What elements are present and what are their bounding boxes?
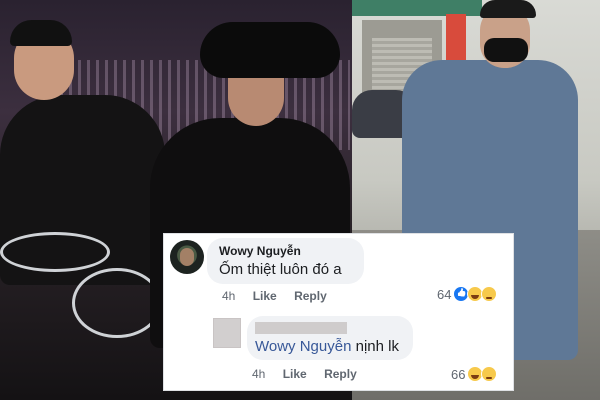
like-button[interactable]: Like bbox=[283, 367, 307, 381]
facebook-comment-card: Wowy Nguyễn Ốm thiệt luôn đó a 4h Like R… bbox=[163, 233, 514, 391]
comment-text-rest: nịnh lk bbox=[351, 338, 399, 355]
comment-bubble: Wowy Nguyễn Ốm thiệt luôn đó a bbox=[207, 238, 364, 284]
avatar-face bbox=[180, 248, 194, 266]
like-button[interactable]: Like bbox=[253, 289, 277, 303]
comment-item: Wowy Nguyễn Ốm thiệt luôn đó a 4h Like R… bbox=[164, 234, 513, 314]
comment-time[interactable]: 4h bbox=[222, 289, 235, 303]
redacted-author-name bbox=[255, 322, 347, 334]
comment-time[interactable]: 4h bbox=[252, 367, 265, 381]
comment-author[interactable]: Wowy Nguyễn bbox=[219, 244, 301, 258]
comment-text: Ốm thiệt luôn đó a bbox=[219, 261, 342, 278]
comment-text: Wowy Nguyễn nịnh lk bbox=[255, 338, 399, 355]
blurred-avatar[interactable] bbox=[213, 318, 241, 348]
reply-button[interactable]: Reply bbox=[294, 289, 327, 303]
sad-icon bbox=[481, 286, 498, 302]
black-cap bbox=[10, 20, 72, 46]
reaction-count: 66 bbox=[451, 366, 466, 382]
mention-link[interactable]: Wowy Nguyễn bbox=[255, 338, 351, 355]
table-light-ring bbox=[72, 268, 162, 338]
wide-brim-hat bbox=[200, 22, 340, 78]
table-light-ring bbox=[0, 232, 110, 272]
reaction-count: 64 bbox=[437, 286, 452, 302]
reaction-summary[interactable]: 66 bbox=[451, 366, 498, 382]
comment-actions: 4h Like Reply bbox=[222, 289, 341, 303]
reaction-summary[interactable]: 64 bbox=[437, 286, 498, 302]
comment-item: Wowy Nguyễn nịnh lk 4h Like Reply 66 bbox=[164, 314, 513, 392]
comment-actions: 4h Like Reply bbox=[252, 367, 371, 381]
black-cap bbox=[480, 0, 536, 18]
avatar[interactable] bbox=[170, 240, 204, 274]
reply-button[interactable]: Reply bbox=[324, 367, 357, 381]
comment-bubble: Wowy Nguyễn nịnh lk bbox=[247, 316, 413, 360]
face-mask bbox=[484, 38, 528, 62]
sad-icon bbox=[481, 366, 498, 382]
